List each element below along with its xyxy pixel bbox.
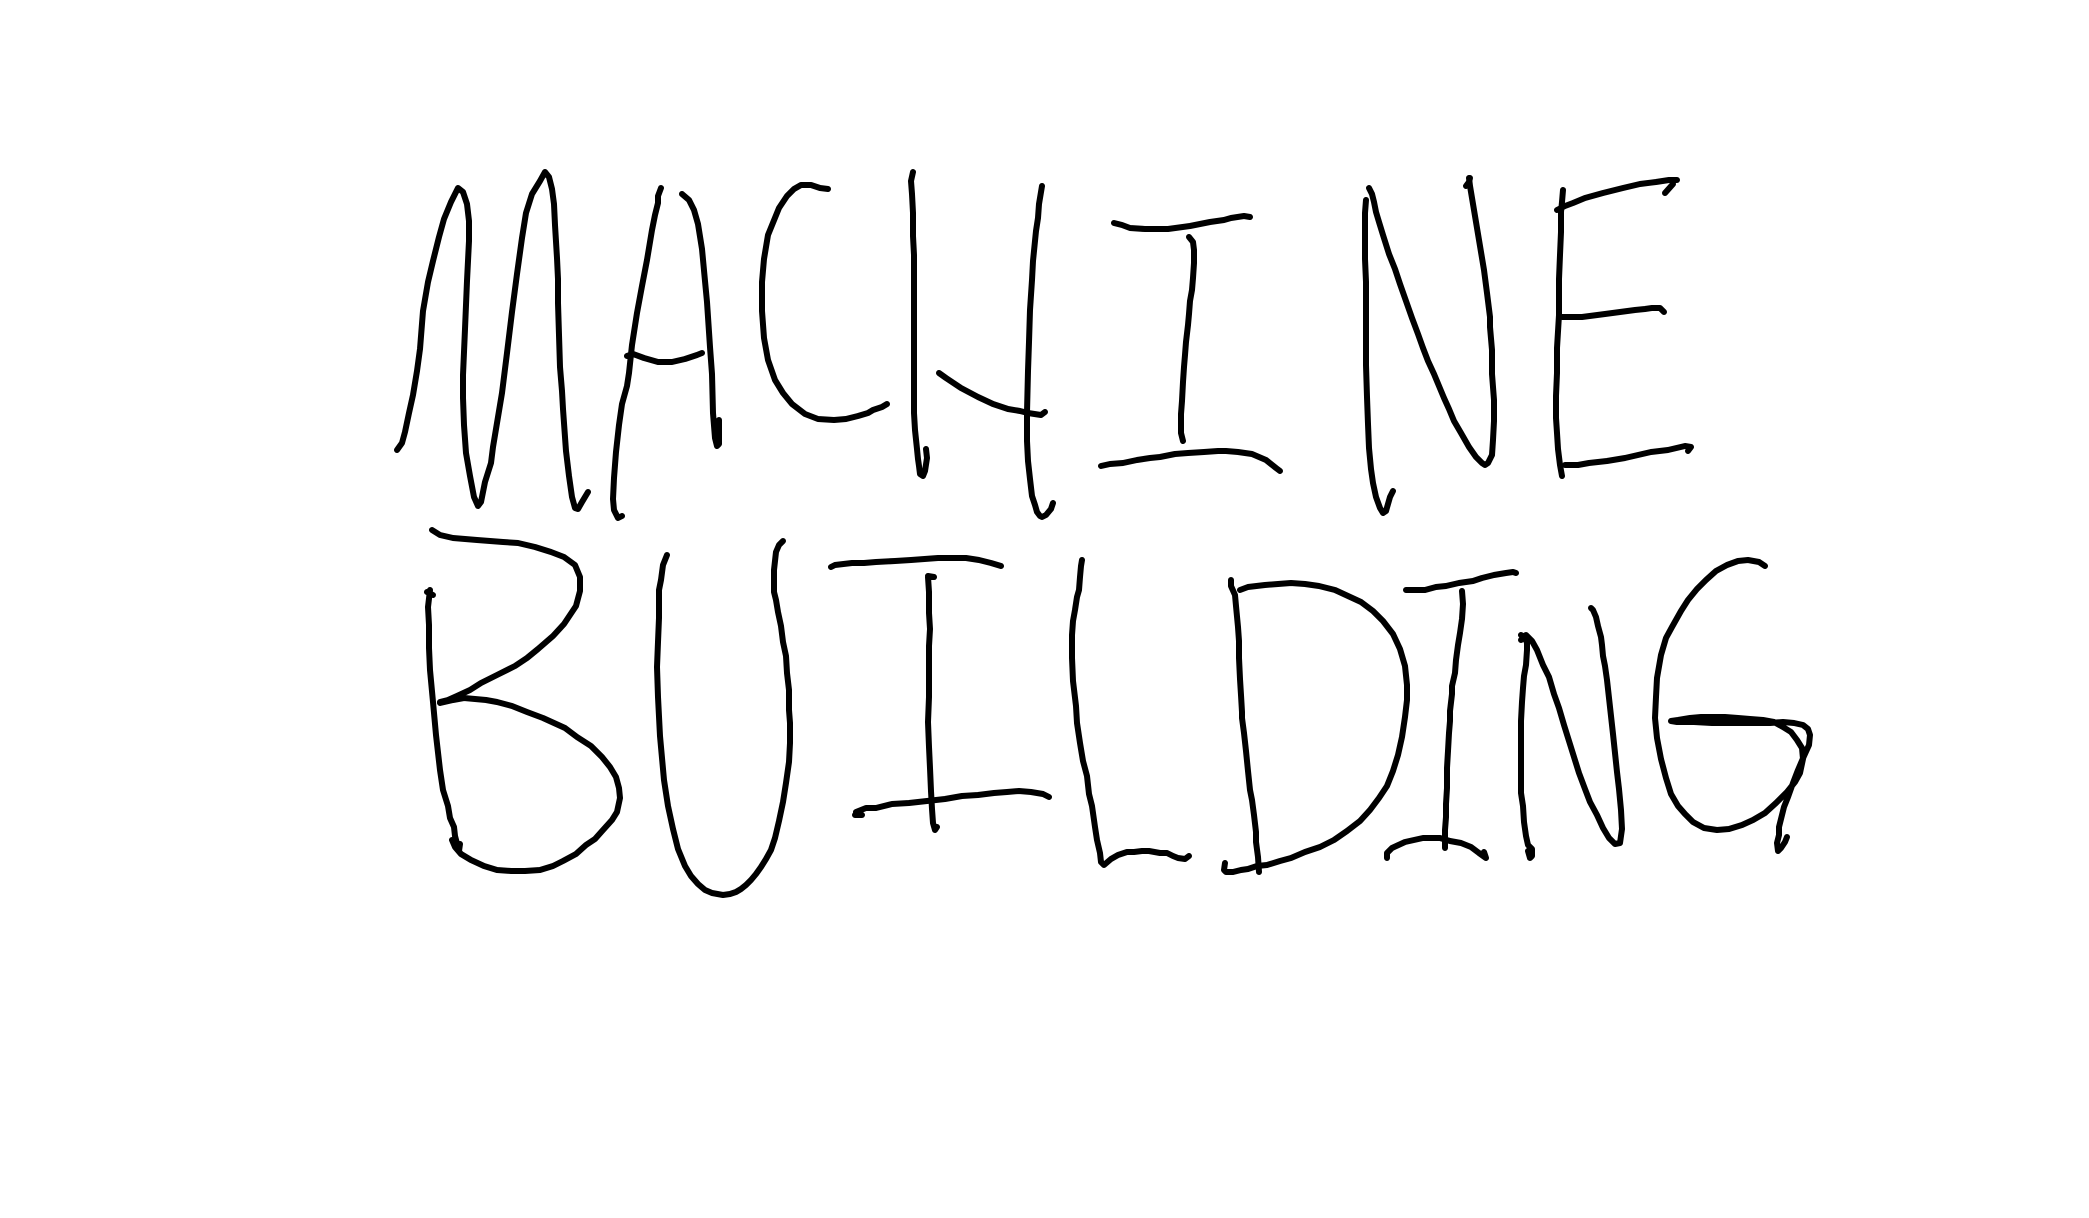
- stroke-a-2: [679, 191, 722, 449]
- stroke-c: [759, 182, 890, 423]
- stroke-h-1: [908, 169, 930, 479]
- stroke-a-bar: [624, 350, 705, 365]
- stroke-i-bottom: [1098, 448, 1283, 474]
- stroke-d-bowl: [1221, 580, 1410, 875]
- stroke-l: [1069, 557, 1192, 868]
- stroke-n2: [1518, 632, 1535, 861]
- stroke-g-top: [1652, 557, 1813, 854]
- stroke-e-spine: [1553, 187, 1566, 479]
- stroke-i-stem: [1178, 234, 1197, 444]
- stroke-h-2: [1024, 183, 1056, 520]
- stroke-u: [654, 538, 793, 898]
- stroke-b-lower: [437, 695, 623, 874]
- stroke-i2-stem: [925, 573, 940, 833]
- word-building: [424, 527, 1813, 898]
- stroke-i2-bottom: [852, 788, 1052, 818]
- stroke-e-mid: [1559, 305, 1667, 320]
- stroke-m: [394, 169, 591, 512]
- stroke-b-upper: [429, 527, 583, 705]
- stroke-i3-top: [1403, 569, 1519, 593]
- stroke-b-top: [424, 589, 436, 598]
- stroke-d-spine: [1228, 577, 1262, 875]
- stroke-b-spine: [425, 587, 463, 854]
- handwriting-drawing: [394, 169, 1813, 898]
- word-machine: [394, 169, 1694, 521]
- stroke-n-diag: [1366, 175, 1497, 468]
- stroke-e-top-tip: [1662, 181, 1676, 196]
- stroke-i3-bottom: [1384, 835, 1489, 861]
- drawing-canvas: MACHINE BUILDING: [0, 0, 2089, 1218]
- stroke-i3-stem: [1442, 588, 1466, 851]
- stroke-e-bottom: [1562, 443, 1694, 468]
- stroke-i-top: [1111, 213, 1253, 232]
- stroke-e-top: [1554, 177, 1680, 213]
- stroke-i2-top: [828, 555, 1004, 570]
- stroke-n2-diag: [1518, 605, 1625, 847]
